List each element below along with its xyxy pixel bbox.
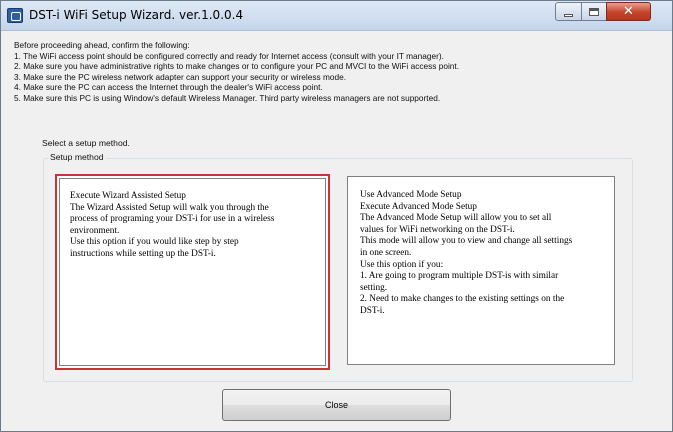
advanced-option-title: Use Advanced Mode Setup [360,190,462,200]
advanced-option-text: The Advanced Mode Setup will allow you t… [360,213,552,224]
instruction-item: 2. Make sure you have administrative rig… [14,61,460,72]
instruction-item: 5. Make sure this PC is using Window's d… [14,92,441,103]
instruction-item: 4. Make sure the PC can access the Inter… [14,82,323,93]
wizard-assisted-setup-option[interactable]: Execute Wizard Assisted Setup The Wizard… [55,174,330,370]
close-window-button[interactable]: ✕ [606,2,651,21]
advanced-option-text: setting. [360,282,388,293]
advanced-option-text: Use this option if you: [360,259,444,270]
minimize-icon [564,13,573,17]
wizard-assisted-setup-panel: Execute Wizard Assisted Setup The Wizard… [59,178,326,366]
close-icon: ✕ [623,4,634,19]
advanced-option-text: DST-i. [360,305,385,316]
advanced-option-text: 1. Are going to program multiple DST-is … [360,271,559,282]
wizard-window: DST-i WiFi Setup Wizard. ver.1.0.0.4 ✕ B… [0,0,673,432]
app-icon [7,8,23,23]
advanced-mode-setup-option[interactable]: Use Advanced Mode Setup Execute Advanced… [347,176,615,365]
advanced-option-text: This mode will allow you to view and cha… [360,236,573,247]
maximize-icon [589,7,599,16]
instruction-item: 1. The WiFi access point should be confi… [14,50,444,61]
close-button[interactable]: Close [222,389,451,421]
wizard-option-text: instructions while setting up the DST-i. [70,248,216,259]
wizard-option-text: The Wizard Assisted Setup will walk you … [70,202,269,213]
wizard-option-text: Use this option if you would like step b… [70,237,239,248]
instructions-intro: Before proceeding ahead, confirm the fol… [14,40,190,50]
maximize-button[interactable] [581,2,607,21]
setup-method-group-label: Setup method [48,152,106,162]
title-bar[interactable]: DST-i WiFi Setup Wizard. ver.1.0.0.4 ✕ [1,1,672,31]
advanced-option-text: Execute Advanced Mode Setup [360,201,477,212]
wizard-option-text: process of programing your DST-i for use… [70,214,275,225]
advanced-option-text: values for WiFi networking on the DST-i. [360,224,515,235]
window-title: DST-i WiFi Setup Wizard. ver.1.0.0.4 [29,8,244,22]
advanced-option-text: 2. Need to make changes to the existing … [360,294,565,305]
select-method-label: Select a setup method. [42,138,130,148]
instruction-item: 3. Make sure the PC wireless network ada… [14,71,347,82]
wizard-option-text: environment. [70,225,120,236]
advanced-option-text: in one screen. [360,247,412,258]
wizard-option-title: Execute Wizard Assisted Setup [70,191,186,201]
instructions: Before proceeding ahead, confirm the fol… [14,40,664,104]
minimize-button[interactable] [555,2,582,21]
